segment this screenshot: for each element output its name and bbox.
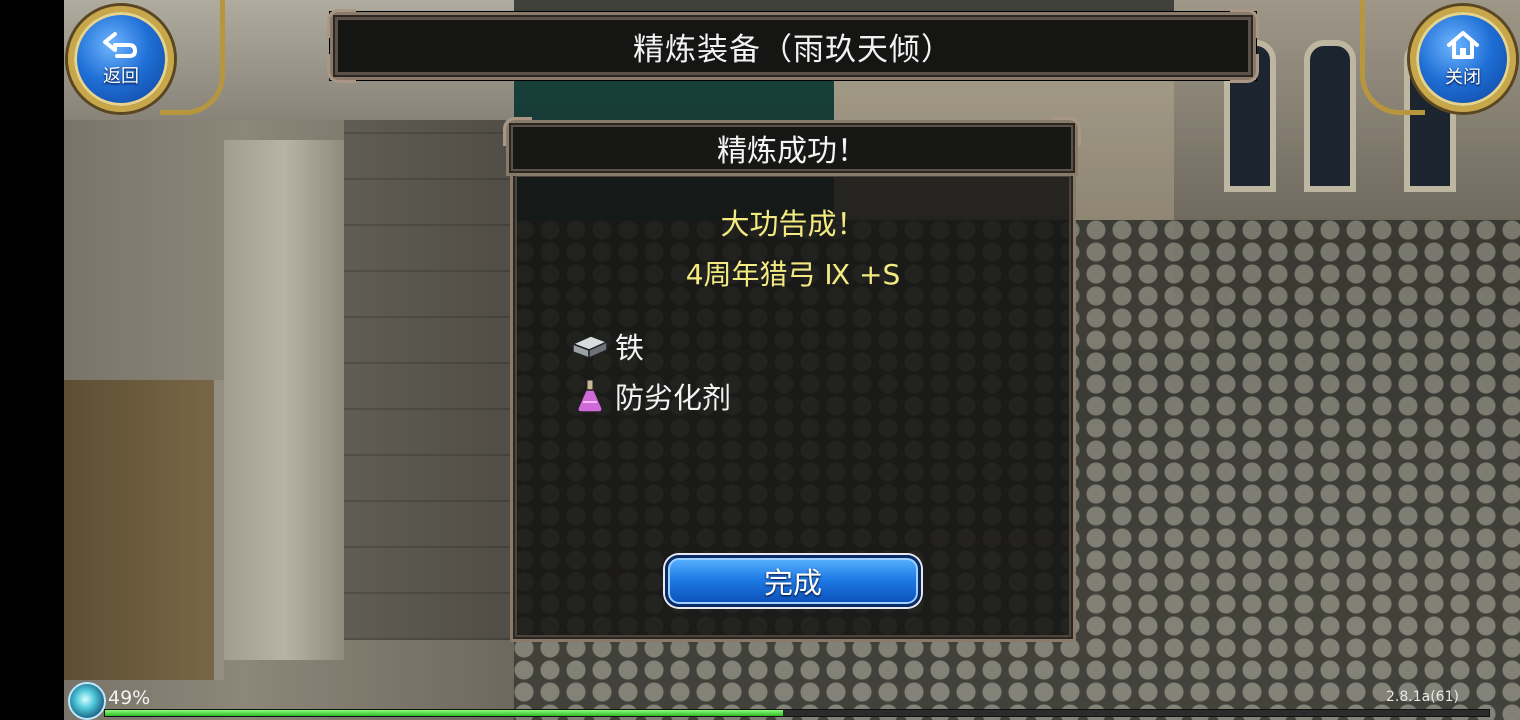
progress-percent: 49% xyxy=(108,687,151,709)
iron-ingot-icon xyxy=(571,335,609,360)
potion-flask-icon xyxy=(577,379,603,413)
success-message: 大功告成！ xyxy=(720,207,866,241)
progress-bar xyxy=(104,709,1490,717)
done-button[interactable]: 完成 xyxy=(665,555,921,607)
close-button[interactable]: 关闭 xyxy=(1410,6,1516,112)
back-arrow-icon xyxy=(103,32,137,58)
version-label: 2.8.1a(61) xyxy=(1386,689,1459,705)
done-button-label: 完成 xyxy=(763,566,822,600)
dialog-title: 精炼成功！ xyxy=(717,134,867,169)
refine-result-dialog: 大功告成！ 4周年猎弓 Ⅸ +S 铁 防劣化剂 完成 精炼成功！ xyxy=(498,114,1088,644)
back-button[interactable]: 返回 xyxy=(68,6,174,112)
material-item: 铁 xyxy=(569,325,644,367)
dialog-header: 精炼成功！ xyxy=(503,117,1081,176)
material-item: 防劣化剂 xyxy=(569,375,731,417)
material-name: 防劣化剂 xyxy=(615,381,732,415)
back-button-label: 返回 xyxy=(103,66,139,87)
network-status-icon xyxy=(68,682,106,720)
window-title-bar: 精炼装备（雨玖天倾） xyxy=(327,9,1259,83)
progress-bar-fill xyxy=(105,710,784,716)
window-title: 精炼装备（雨玖天倾） xyxy=(633,31,953,68)
close-button-label: 关闭 xyxy=(1445,67,1481,88)
material-name: 铁 xyxy=(615,331,645,365)
home-icon xyxy=(1447,31,1479,59)
dialog-body: 大功告成！ 4周年猎弓 Ⅸ +S 铁 防劣化剂 完成 xyxy=(510,170,1076,642)
refined-item-name: 4周年猎弓 Ⅸ +S xyxy=(685,258,901,291)
